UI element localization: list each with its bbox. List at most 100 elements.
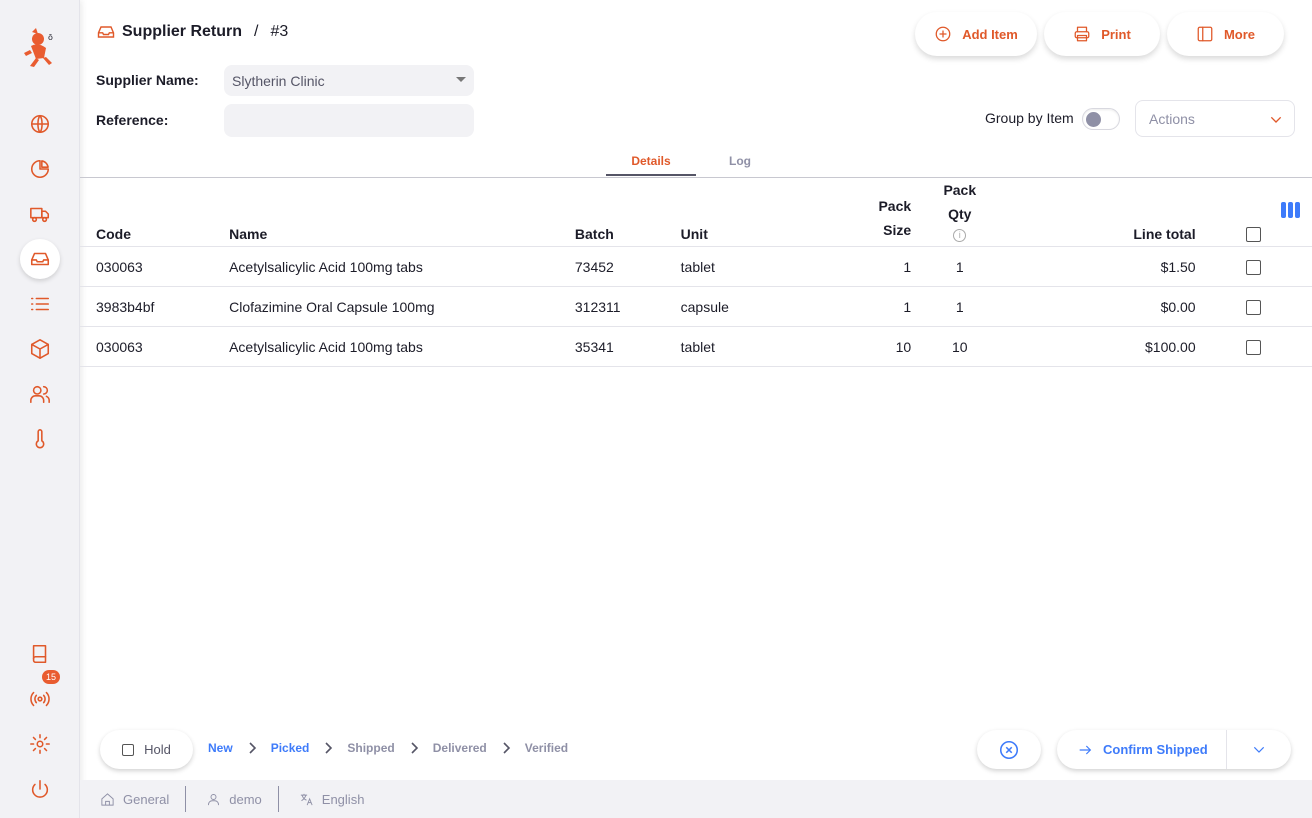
row-checkbox[interactable] [1246,299,1262,315]
cell-pack-qty: 10 [911,326,1009,367]
cell-unit: tablet [680,326,797,367]
nav-dashboard[interactable] [20,149,60,189]
cancel-button[interactable] [977,730,1041,769]
thermometer-icon [35,429,45,449]
chevron-right-icon [503,742,510,754]
cell-select [1195,246,1312,287]
hold-checkbox[interactable] [122,743,135,756]
title-separator: / [254,23,259,40]
select-all-checkbox[interactable] [1246,227,1262,242]
status-steps: New Picked Shipped Delivered Verified [208,741,568,755]
cell-line-total: $1.50 [1008,246,1196,287]
row-checkbox[interactable] [1246,259,1262,275]
group-by-item-label: Group by Item [985,110,1074,126]
nav-logout[interactable] [20,769,60,809]
nav-patients[interactable] [20,374,60,414]
cell-code: 3983b4bf [80,286,230,327]
supplier-value: Slytherin Clinic [232,72,325,89]
reference-label: Reference: [96,112,169,128]
column-header-unit[interactable]: Unit [680,178,797,247]
cell-pack-size: 1 [796,246,912,287]
reference-input[interactable] [224,104,474,137]
table-row[interactable]: 030063 Acetylsalicylic Acid 100mg tabs 3… [80,326,1312,367]
supplier-select[interactable]: Slytherin Clinic [224,65,474,96]
close-circle-icon [999,740,1019,759]
pie-chart-icon [31,159,50,178]
status-language[interactable]: English [279,786,381,812]
table-row[interactable]: 3983b4bf Clofazimine Oral Capsule 100mg … [80,286,1312,327]
nav-sync[interactable]: 15 [20,670,60,719]
confirm-shipped-split-button: Confirm Shipped [1057,730,1291,769]
tab-log[interactable]: Log [695,154,785,168]
nav-settings[interactable] [20,724,60,764]
hold-toggle[interactable]: Hold [100,730,193,769]
column-header-pack-size[interactable]: Pack Size [796,178,912,247]
actions-placeholder: Actions [1149,110,1195,127]
table-row[interactable]: 030063 Acetylsalicylic Acid 100mg tabs 7… [80,246,1312,287]
nav-globe[interactable] [20,104,60,144]
caret-down-icon [456,77,466,82]
pack-size-line-1: Pack [878,198,912,214]
nav-cold-chain[interactable] [20,419,60,459]
pack-qty-line-1: Pack [943,182,977,198]
actions-dropdown[interactable]: Actions [1135,100,1295,137]
tab-bar: Details Log [80,148,1312,178]
nav-help[interactable] [20,634,60,674]
row-checkbox[interactable] [1246,339,1262,355]
plus-circle-icon [935,26,951,42]
footer-action-bar: Hold New Picked Shipped Delivered Verifi… [80,722,1312,780]
svg-text:ō: ō [48,33,53,42]
column-picker-icon[interactable] [1281,202,1301,218]
step-new: New [208,741,233,755]
confirm-options-dropdown[interactable] [1227,730,1291,769]
notification-badge: 15 [42,670,60,684]
app-logo[interactable]: ō [22,26,58,68]
chevron-right-icon [249,742,256,754]
print-label: Print [1101,26,1131,42]
broadcast-icon [30,691,50,707]
arrow-right-icon [1079,745,1092,754]
cell-select [1195,286,1312,327]
user-icon [208,793,220,805]
cell-name: Clofazimine Oral Capsule 100mg [229,286,575,327]
supplier-label: Supplier Name: [96,72,199,88]
column-header-code[interactable]: Code [80,178,230,247]
home-icon [101,792,114,806]
tab-details[interactable]: Details [606,154,696,168]
cell-pack-qty: 1 [911,286,1009,327]
column-header-batch[interactable]: Batch [574,178,681,247]
more-button[interactable]: More [1167,12,1284,56]
nav-inventory[interactable] [20,329,60,369]
column-header-pack-qty[interactable]: Pack Qty i [911,178,1009,247]
column-header-name[interactable]: Name [229,178,575,247]
gear-icon [30,734,50,754]
step-verified: Verified [524,741,569,755]
nav-replenishment[interactable] [20,239,60,279]
confirm-shipped-button[interactable]: Confirm Shipped [1057,730,1227,769]
confirm-shipped-label: Confirm Shipped [1103,742,1208,757]
cell-name: Acetylsalicylic Acid 100mg tabs [229,326,575,367]
status-store[interactable]: General [80,786,187,812]
cell-batch: 312311 [574,286,681,327]
info-icon[interactable]: i [953,229,967,242]
column-header-line-total[interactable]: Line total [1008,178,1196,247]
cell-code: 030063 [80,246,230,287]
chevron-down-icon [1253,746,1265,753]
chevron-right-icon [411,742,418,754]
main-content: Supplier Return / #3 Add Item Print More… [80,0,1312,818]
step-delivered: Delivered [432,741,487,755]
cell-code: 030063 [80,326,230,367]
group-by-item-toggle[interactable] [1082,108,1120,130]
status-bar: General demo English [80,780,1312,818]
nav-distribution[interactable] [20,194,60,234]
cell-batch: 35341 [574,326,681,367]
user-name: demo [229,791,262,807]
print-button[interactable]: Print [1044,12,1160,56]
table-header-row: Code Name Batch Unit Pack Size Pack Qty … [80,178,1312,247]
cell-select [1195,326,1312,367]
nav-catalogue[interactable] [20,284,60,324]
add-item-button[interactable]: Add Item [915,12,1037,56]
status-user[interactable]: demo [186,786,279,812]
toggle-knob [1086,112,1101,127]
more-label: More [1223,26,1256,42]
